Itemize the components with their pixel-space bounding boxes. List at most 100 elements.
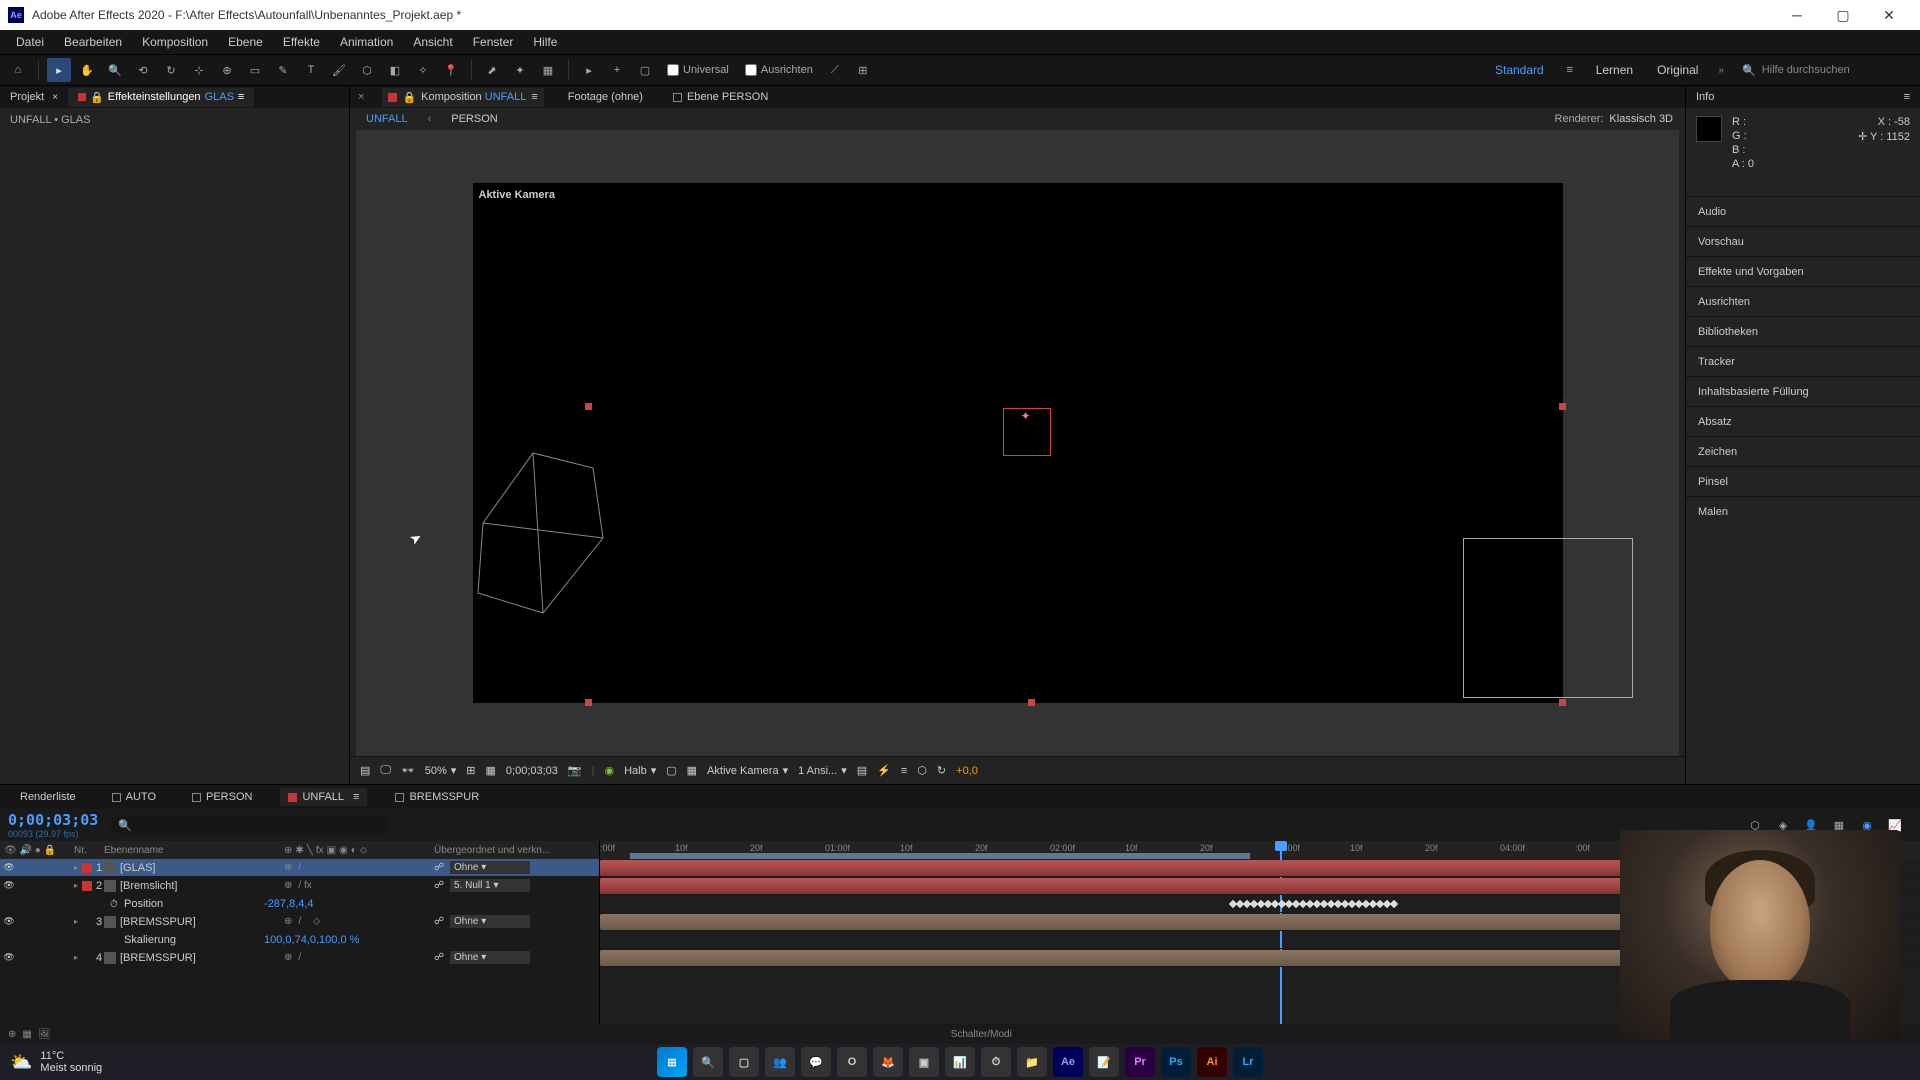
alpha-toggle-icon[interactable]: ▤	[360, 764, 370, 777]
timeline-tab-renderliste[interactable]: Renderliste	[12, 788, 84, 806]
taskbar-app-ae[interactable]: Ae	[1053, 1047, 1083, 1077]
close-button[interactable]: ✕	[1866, 0, 1912, 30]
snap-grid-icon[interactable]: ⊞	[851, 58, 875, 82]
panel-inhaltsbasierte-füllung[interactable]: Inhaltsbasierte Füllung	[1686, 376, 1920, 406]
camera-dropdown[interactable]: Aktive Kamera ▾	[707, 764, 788, 777]
monitor-icon[interactable]: 🖵	[380, 764, 391, 777]
rect-tool[interactable]: ▭	[243, 58, 267, 82]
text-tool[interactable]: T	[299, 58, 323, 82]
timeline-footer-icons[interactable]: ⊕▦🖼	[8, 1029, 51, 1040]
snap-ext-icon[interactable]: ⟋	[823, 58, 847, 82]
viewer-time[interactable]: 0;00;03;03	[506, 765, 558, 777]
workspace-menu-icon[interactable]: ≡	[1558, 58, 1582, 82]
flowchart-icon[interactable]: ⬡	[917, 764, 927, 777]
panel-pinsel[interactable]: Pinsel	[1686, 466, 1920, 496]
guides-icon[interactable]: ▦	[486, 764, 496, 777]
workspace-lernen[interactable]: Lernen	[1586, 61, 1643, 79]
taskbar-app-pr[interactable]: Pr	[1125, 1047, 1155, 1077]
orbit-tool[interactable]: ⟲	[131, 58, 155, 82]
selection-handle[interactable]	[1559, 403, 1566, 410]
taskbar-app-pp[interactable]: 📊	[945, 1047, 975, 1077]
panel-tracker[interactable]: Tracker	[1686, 346, 1920, 376]
tab-layer[interactable]: Ebene PERSON	[667, 88, 774, 106]
selection-handle[interactable]	[1559, 699, 1566, 706]
taskbar-app-lr[interactable]: Lr	[1233, 1047, 1263, 1077]
home-icon[interactable]: ⌂	[6, 58, 30, 82]
puppet-tool[interactable]: 📍	[439, 58, 463, 82]
taskbar-app-op[interactable]: O	[837, 1047, 867, 1077]
selection-handle[interactable]	[585, 699, 592, 706]
anchor-point-icon[interactable]: ✦	[1021, 409, 1031, 423]
timeline-tab-bremsspur[interactable]: BREMSSPUR	[387, 788, 487, 806]
view-axis-icon[interactable]: ▦	[536, 58, 560, 82]
panel-zeichen[interactable]: Zeichen	[1686, 436, 1920, 466]
layer-row[interactable]: 👁 ▸4 [BREMSSPUR] ⊕/ ☍Ohne ▾	[0, 949, 599, 967]
resolution-dropdown[interactable]: Halb ▾	[624, 764, 656, 777]
selection-handle[interactable]	[585, 403, 592, 410]
snap-add-icon[interactable]: +	[605, 58, 629, 82]
menu-fenster[interactable]: Fenster	[463, 32, 524, 52]
layer-row[interactable]: 👁 ▸3 [BREMSSPUR] ⊕/⬦ ☍Ohne ▾	[0, 913, 599, 931]
maximize-button[interactable]: ▢	[1820, 0, 1866, 30]
zoom-tool[interactable]: 🔍	[103, 58, 127, 82]
taskbar-weather[interactable]: ⛅ 11°C Meist sonnig	[10, 1050, 102, 1074]
taskbar-app-np[interactable]: 📝	[1089, 1047, 1119, 1077]
pan-behind-tool[interactable]: ⊕	[215, 58, 239, 82]
pen-tool[interactable]: ✎	[271, 58, 295, 82]
grid-icon[interactable]: ⊞	[466, 764, 475, 777]
tab-menu-icon[interactable]: ≡	[238, 91, 244, 103]
tab-project[interactable]: Projekt×	[0, 88, 68, 106]
switches-modes-toggle[interactable]: Schalter/Modi	[951, 1029, 1012, 1040]
timeline-tab-unfall[interactable]: UNFALL ≡	[280, 788, 367, 806]
taskbar-app-task[interactable]: ▢	[729, 1047, 759, 1077]
panel-ausrichten[interactable]: Ausrichten	[1686, 286, 1920, 316]
rotate-tool[interactable]: ↻	[159, 58, 183, 82]
roto-tool[interactable]: ✧	[411, 58, 435, 82]
local-axis-icon[interactable]: ⬈	[480, 58, 504, 82]
transparency-icon[interactable]: ▦	[687, 764, 697, 777]
panel-malen[interactable]: Malen	[1686, 496, 1920, 526]
channel-icon[interactable]: ◉	[604, 764, 614, 777]
taskbar-app-ob[interactable]: ▣	[909, 1047, 939, 1077]
mask-icon[interactable]: 👓	[401, 764, 415, 777]
taskbar-app-search[interactable]: 🔍	[693, 1047, 723, 1077]
menu-hilfe[interactable]: Hilfe	[523, 32, 567, 52]
breadcrumb-second[interactable]: PERSON	[447, 111, 501, 127]
panel-absatz[interactable]: Absatz	[1686, 406, 1920, 436]
roi-icon[interactable]: ▢	[666, 764, 676, 777]
snapshot-icon[interactable]: 📷	[568, 764, 582, 777]
taskbar-app-ff[interactable]: 🦊	[873, 1047, 903, 1077]
tab-effect-controls[interactable]: 🔒 Effekteinstellungen GLAS ≡	[68, 88, 254, 107]
panel-vorschau[interactable]: Vorschau	[1686, 226, 1920, 256]
hand-tool[interactable]: ✋	[75, 58, 99, 82]
taskbar-app-tv[interactable]: ⏱	[981, 1047, 1011, 1077]
fast-preview-icon[interactable]: ⚡	[877, 764, 891, 777]
property-scale[interactable]: Skalierung100,0,74,0,100,0 %	[0, 931, 599, 949]
property-position[interactable]: ⏱Position-287,8,4,4	[0, 895, 599, 913]
views-dropdown[interactable]: 1 Ansi... ▾	[798, 764, 847, 777]
taskbar-app-ps[interactable]: Ps	[1161, 1047, 1191, 1077]
menu-animation[interactable]: Animation	[330, 32, 403, 52]
breadcrumb-main[interactable]: UNFALL	[362, 111, 412, 127]
taskbar-app-files[interactable]: 📁	[1017, 1047, 1047, 1077]
tab-menu-icon[interactable]: ≡	[531, 91, 537, 103]
menu-ebene[interactable]: Ebene	[218, 32, 273, 52]
ausrichten-toggle[interactable]: Ausrichten	[739, 64, 819, 76]
info-panel-header[interactable]: Info ≡	[1686, 86, 1920, 108]
timeline-icon[interactable]: ≡	[901, 765, 907, 777]
taskbar-app-ai[interactable]: Ai	[1197, 1047, 1227, 1077]
tab-footage[interactable]: Footage (ohne)	[562, 88, 649, 106]
universal-toggle[interactable]: Universal	[661, 64, 735, 76]
timeline-tab-person[interactable]: PERSON	[184, 788, 260, 806]
menu-datei[interactable]: Datei	[6, 32, 54, 52]
selection-tool[interactable]: ▸	[47, 58, 71, 82]
menu-ansicht[interactable]: Ansicht	[403, 32, 462, 52]
workspace-original[interactable]: Original	[1647, 61, 1708, 79]
tab-close-icon[interactable]: ×	[358, 91, 364, 103]
current-timecode[interactable]: 0;00;03;03	[8, 811, 98, 829]
panel-effekte-und-vorgaben[interactable]: Effekte und Vorgaben	[1686, 256, 1920, 286]
selection-handle[interactable]	[1028, 699, 1035, 706]
layer-row[interactable]: 👁 ▸2 [Bremslicht] ⊕/ fx ☍5. Null 1 ▾	[0, 877, 599, 895]
timeline-search[interactable]: 🔍	[110, 816, 390, 834]
panel-menu-icon[interactable]: ≡	[1904, 91, 1910, 103]
